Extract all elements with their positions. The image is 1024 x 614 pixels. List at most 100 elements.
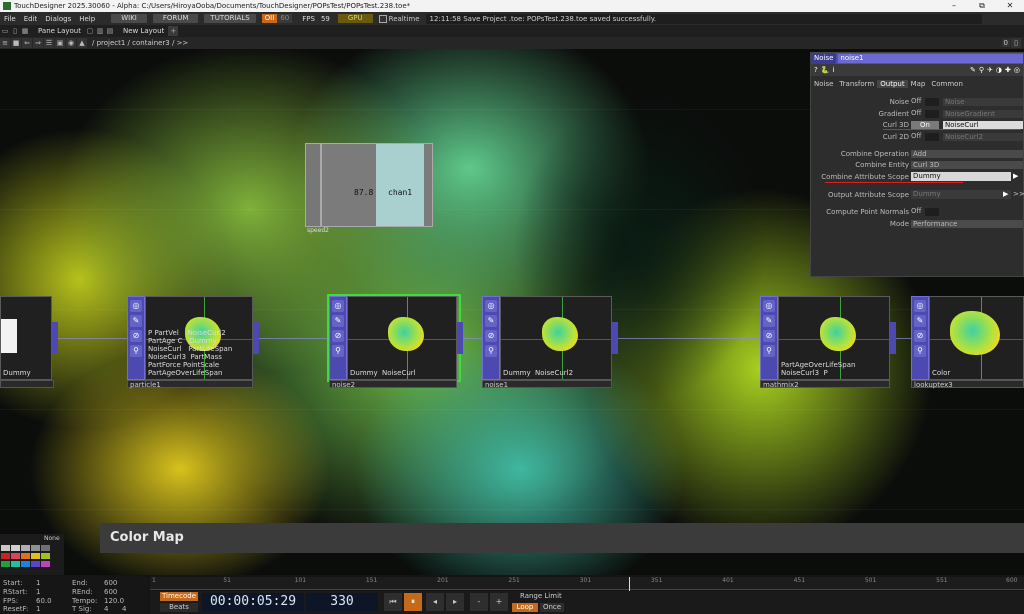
pane-split-icon[interactable]: ▭	[0, 26, 10, 36]
tsig-numerator[interactable]: 4	[104, 605, 108, 613]
gpu-button[interactable]: GPU	[337, 14, 373, 23]
palette-none-label[interactable]: None	[44, 535, 60, 542]
node-info-icon[interactable]: ◎	[485, 300, 497, 312]
node-bypass-icon[interactable]: ⊘	[763, 330, 775, 342]
minus-button[interactable]: -	[470, 593, 488, 611]
rend-value[interactable]: 600	[104, 588, 117, 596]
palette-swatch[interactable]	[41, 561, 50, 567]
chop-viewer-node[interactable]: 87.8 chan1 speed2	[305, 143, 433, 234]
node-noise1[interactable]: ◎ ✎ ⊘ ⚲ Dummy NoiseCurl2 noise1	[482, 296, 618, 389]
node-edit-icon[interactable]: ✎	[332, 315, 344, 327]
pause-button[interactable]: ⏸	[404, 593, 422, 611]
forum-button[interactable]: FORUM	[152, 14, 199, 23]
node-edit-icon[interactable]: ✎	[130, 315, 142, 327]
param-toggle[interactable]: Off	[911, 132, 923, 141]
start-value[interactable]: 1	[36, 579, 40, 587]
op-name-field[interactable]: noise1	[838, 54, 1023, 63]
param-dropdown[interactable]: Curl 3D	[911, 161, 1023, 169]
fps-setting-value[interactable]: 60.0	[36, 597, 52, 605]
wiki-button[interactable]: WIKI	[111, 14, 147, 23]
node-info-icon[interactable]: ◎	[914, 300, 926, 312]
param-field[interactable]: Noise	[943, 98, 1023, 106]
tab-common[interactable]: Common	[928, 80, 966, 88]
node-output-connector[interactable]	[612, 322, 618, 354]
node-edit-icon[interactable]: ✎	[485, 315, 497, 327]
rstart-value[interactable]: 1	[36, 588, 40, 596]
node-particle1[interactable]: ◎ ✎ ⊘ ⚲ P PartVel NoiseCurl2 PartAge C Dumm…	[127, 296, 259, 389]
palette-swatch[interactable]	[21, 553, 30, 559]
target-icon[interactable]: ◎	[1014, 66, 1020, 74]
realtime-checkbox[interactable]	[378, 14, 387, 23]
menu-icon[interactable]: ≡	[0, 38, 10, 48]
tab-transform[interactable]: Transform	[836, 80, 877, 88]
network-path[interactable]: / project1 / container3 / >>	[92, 39, 188, 47]
node-bypass-icon[interactable]: ⊘	[485, 330, 497, 342]
param-menu-arrow-icon[interactable]: ▶	[1003, 190, 1008, 198]
tab-output[interactable]: Output	[877, 80, 908, 88]
param-toggle[interactable]: Off	[911, 109, 923, 118]
param-toggle-box[interactable]	[925, 98, 939, 106]
pane-layout-label[interactable]: Pane Layout	[38, 27, 81, 35]
param-field[interactable]: NoiseGradient	[943, 110, 1023, 118]
param-more-button[interactable]: >>	[1013, 190, 1024, 198]
link-icon[interactable]: ⚲	[979, 66, 984, 74]
param-dropdown[interactable]: Performance	[911, 220, 1023, 228]
oii-button[interactable]: OII	[261, 14, 278, 23]
param-dropdown[interactable]: Add	[911, 150, 1023, 158]
param-field[interactable]: NoiseCurl2	[943, 133, 1023, 141]
pane-options-icon[interactable]: ▯	[1011, 38, 1021, 48]
node-lock-icon[interactable]: ⚲	[914, 345, 926, 357]
palette-swatch[interactable]	[31, 553, 40, 559]
timecode-toggle[interactable]: Timecode	[160, 592, 198, 601]
param-toggle-box[interactable]	[925, 110, 939, 118]
palette-swatch[interactable]	[21, 561, 30, 567]
param-menu-arrow-icon[interactable]: ▶	[1013, 172, 1018, 180]
camera-icon[interactable]: ◉	[66, 38, 76, 48]
playhead[interactable]	[629, 577, 630, 591]
node-lock-icon[interactable]: ⚲	[332, 345, 344, 357]
plus-button[interactable]: +	[490, 593, 508, 611]
minimize-button[interactable]: –	[940, 0, 968, 12]
timecode-display[interactable]: 00:00:05:29	[202, 593, 304, 611]
beats-toggle[interactable]: Beats	[160, 603, 198, 612]
param-text-field[interactable]: Dummy	[911, 172, 1011, 181]
node-bypass-icon[interactable]: ⊘	[332, 330, 344, 342]
loop-toggle[interactable]: Loop	[512, 603, 538, 612]
new-layout-button[interactable]: New Layout	[123, 27, 164, 35]
pane-split-vertical-icon[interactable]: ▯	[10, 26, 20, 36]
help-button[interactable]: ?	[814, 66, 818, 74]
node-mathmix2[interactable]: ◎ ✎ ⊘ ⚲ PartAgeOverLifeSpan NoiseCurl3 P ma…	[760, 296, 896, 389]
param-toggle[interactable]: Off	[911, 97, 923, 106]
node-info-icon[interactable]: ◎	[763, 300, 775, 312]
node-output-connector[interactable]	[890, 322, 896, 354]
tutorials-button[interactable]: TUTORIALS	[204, 14, 256, 23]
resetf-value[interactable]: 1	[36, 605, 40, 613]
pane-grid-icon[interactable]: ▦	[20, 26, 30, 36]
param-text-field[interactable]: Dummy	[911, 190, 1011, 199]
menu-dialogs[interactable]: Dialogs	[41, 15, 75, 23]
menu-edit[interactable]: Edit	[20, 15, 42, 23]
pane-layout-3-icon[interactable]: ▤	[105, 26, 115, 36]
back-icon[interactable]: ⇐	[22, 38, 32, 48]
step-back-button[interactable]: ◂	[426, 593, 444, 611]
palette-swatch[interactable]	[31, 561, 40, 567]
tsig-denominator[interactable]: 4	[122, 605, 126, 613]
node-lock-icon[interactable]: ⚲	[485, 345, 497, 357]
node-edit-icon[interactable]: ✎	[914, 315, 926, 327]
param-toggle[interactable]: Off	[911, 207, 923, 216]
menu-file[interactable]: File	[0, 15, 20, 23]
palette-swatch[interactable]	[31, 545, 40, 551]
end-value[interactable]: 600	[104, 579, 117, 587]
home-icon[interactable]: ■	[11, 38, 21, 48]
palette-swatch[interactable]	[21, 545, 30, 551]
node-info-icon[interactable]: ◎	[130, 300, 142, 312]
node-lock-icon[interactable]: ⚲	[763, 345, 775, 357]
edit-icon[interactable]: ✎	[970, 66, 976, 74]
node-lookuptex3[interactable]: ◎ ✎ ⊘ ⚲ Color lookuptex3	[911, 296, 1024, 389]
param-toggle[interactable]: On	[911, 121, 939, 129]
palette-swatch[interactable]	[41, 545, 50, 551]
timeline-ruler[interactable]: 1 51 101 151 201 251 301 351 401 451 501 551 600	[150, 577, 1024, 590]
go-to-start-button[interactable]: ⏮	[384, 593, 402, 611]
once-toggle[interactable]: Once	[540, 603, 564, 612]
palette-swatch[interactable]	[1, 553, 10, 559]
